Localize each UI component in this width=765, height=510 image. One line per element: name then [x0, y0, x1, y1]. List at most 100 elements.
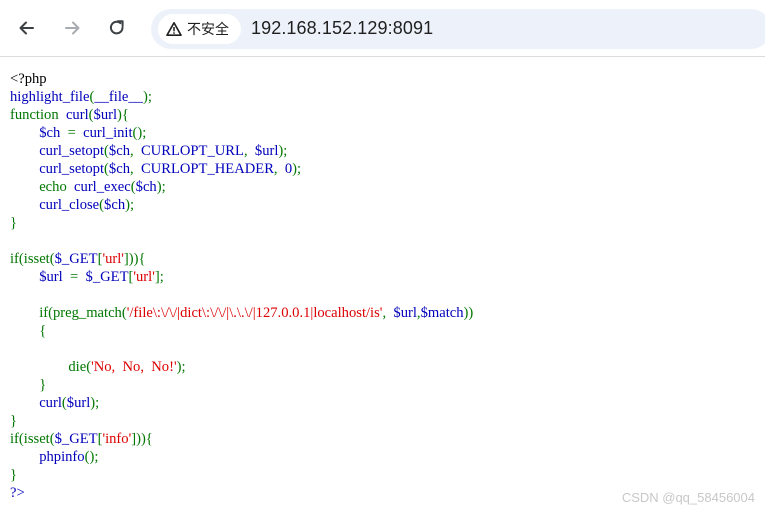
browser-toolbar: 不安全 192.168.152.129:8091: [0, 0, 765, 57]
code-token: CURLOPT_HEADER: [140, 161, 274, 177]
code-token: );: [292, 161, 302, 177]
code-token: curl_init: [83, 125, 133, 141]
code-token: ();: [84, 449, 99, 465]
page-content: <?php highlight_file(__file__); function c…: [10, 70, 473, 502]
code-token: die(: [10, 359, 92, 375]
forward-arrow-icon: [65, 21, 80, 35]
code-token: __file__: [94, 89, 143, 105]
code-token: }: [10, 377, 47, 393]
code-line: highlight_file(__file__);: [10, 88, 473, 106]
code-line: curl($url);: [10, 394, 473, 412]
code-token: ,: [243, 143, 255, 159]
code-token: );: [176, 359, 186, 375]
code-token: );: [278, 143, 288, 159]
code-token: $ch: [108, 143, 130, 159]
code-line: }: [10, 466, 473, 484]
code-token: 'No, No, No!': [91, 359, 177, 375]
url-text[interactable]: 192.168.152.129:8091: [251, 18, 751, 39]
code-token: highlight_file: [10, 89, 90, 105]
code-token: }: [10, 413, 18, 429]
reload-icon: [109, 20, 124, 35]
code-token: )): [463, 305, 474, 321]
code-token: $url: [93, 107, 118, 123]
code-token: if(preg_match(: [10, 305, 127, 321]
code-line: ?>: [10, 484, 473, 502]
code-token: function: [10, 107, 66, 123]
code-token: $ch: [104, 197, 126, 213]
code-token: }: [10, 215, 18, 231]
php-source-code: <?php highlight_file(__file__); function c…: [10, 70, 473, 502]
code-token: if(isset(: [10, 251, 55, 267]
code-token: $_GET: [54, 431, 98, 447]
code-token: $ch: [108, 161, 130, 177]
code-token: ){: [117, 107, 129, 123]
code-line: curl_setopt($ch, CURLOPT_HEADER, 0);: [10, 160, 473, 178]
code-line: phpinfo();: [10, 448, 473, 466]
code-line: if(preg_match('/file\:\/\/|dict\:\/\/|\.…: [10, 304, 473, 322]
code-line: }: [10, 376, 473, 394]
code-token: CURLOPT_URL: [140, 143, 244, 159]
code-token: echo: [10, 179, 75, 195]
code-token: <?php: [10, 71, 47, 87]
code-token: ])){: [131, 431, 153, 447]
code-token: phpinfo: [39, 449, 85, 465]
code-token: );: [142, 89, 152, 105]
code-line: if(isset($_GET['url'])){: [10, 250, 473, 268]
code-token: ,: [130, 161, 141, 177]
code-token: );: [125, 197, 135, 213]
code-token: =: [70, 269, 86, 285]
code-token: $url: [393, 305, 417, 321]
back-button[interactable]: [13, 14, 41, 42]
back-arrow-icon: [19, 21, 34, 35]
code-token: ();: [132, 125, 147, 141]
code-token: );: [156, 179, 166, 195]
code-line: echo curl_exec($ch);: [10, 178, 473, 196]
code-token: $_GET: [54, 251, 98, 267]
code-token: $match: [420, 305, 464, 321]
code-token: $ch: [39, 125, 68, 141]
code-token: {: [10, 323, 47, 339]
code-token: ,: [382, 305, 394, 321]
code-token: =: [67, 125, 84, 141]
code-token: curl_setopt: [39, 161, 105, 177]
code-token: );: [90, 395, 100, 411]
code-token: curl_close: [39, 197, 100, 213]
code-token: $url: [254, 143, 279, 159]
code-token: 'url': [102, 251, 124, 267]
code-line: curl_close($ch);: [10, 196, 473, 214]
code-token: curl_setopt: [39, 143, 105, 159]
code-token: ?>: [10, 485, 25, 501]
csdn-watermark: CSDN @qq_58456004: [621, 490, 755, 505]
code-token: curl: [39, 395, 62, 411]
forward-button[interactable]: [58, 14, 86, 42]
code-token: }: [10, 467, 18, 483]
code-token: $_GET: [85, 269, 129, 285]
security-chip[interactable]: 不安全: [158, 14, 241, 44]
code-line: die('No, No, No!');: [10, 358, 473, 376]
code-token: curl_exec: [74, 179, 131, 195]
warning-triangle-icon: [166, 22, 182, 36]
code-token: ,: [273, 161, 285, 177]
address-bar[interactable]: 不安全 192.168.152.129:8091: [151, 9, 765, 49]
code-line: $url = $_GET['url'];: [10, 268, 473, 286]
code-line: {: [10, 322, 473, 340]
security-label: 不安全: [187, 22, 229, 38]
code-token: '/file\:\/\/|dict\:\/\/|\.\.\/|127.0.0.1…: [126, 305, 383, 321]
code-line: }: [10, 214, 473, 232]
code-line: $ch = curl_init();: [10, 124, 473, 142]
code-token: 'info': [102, 431, 132, 447]
code-token: $url: [66, 395, 91, 411]
reload-button[interactable]: [103, 14, 131, 42]
code-token: 'url': [133, 269, 155, 285]
code-token: ,: [130, 143, 141, 159]
code-line: function curl($url){: [10, 106, 473, 124]
